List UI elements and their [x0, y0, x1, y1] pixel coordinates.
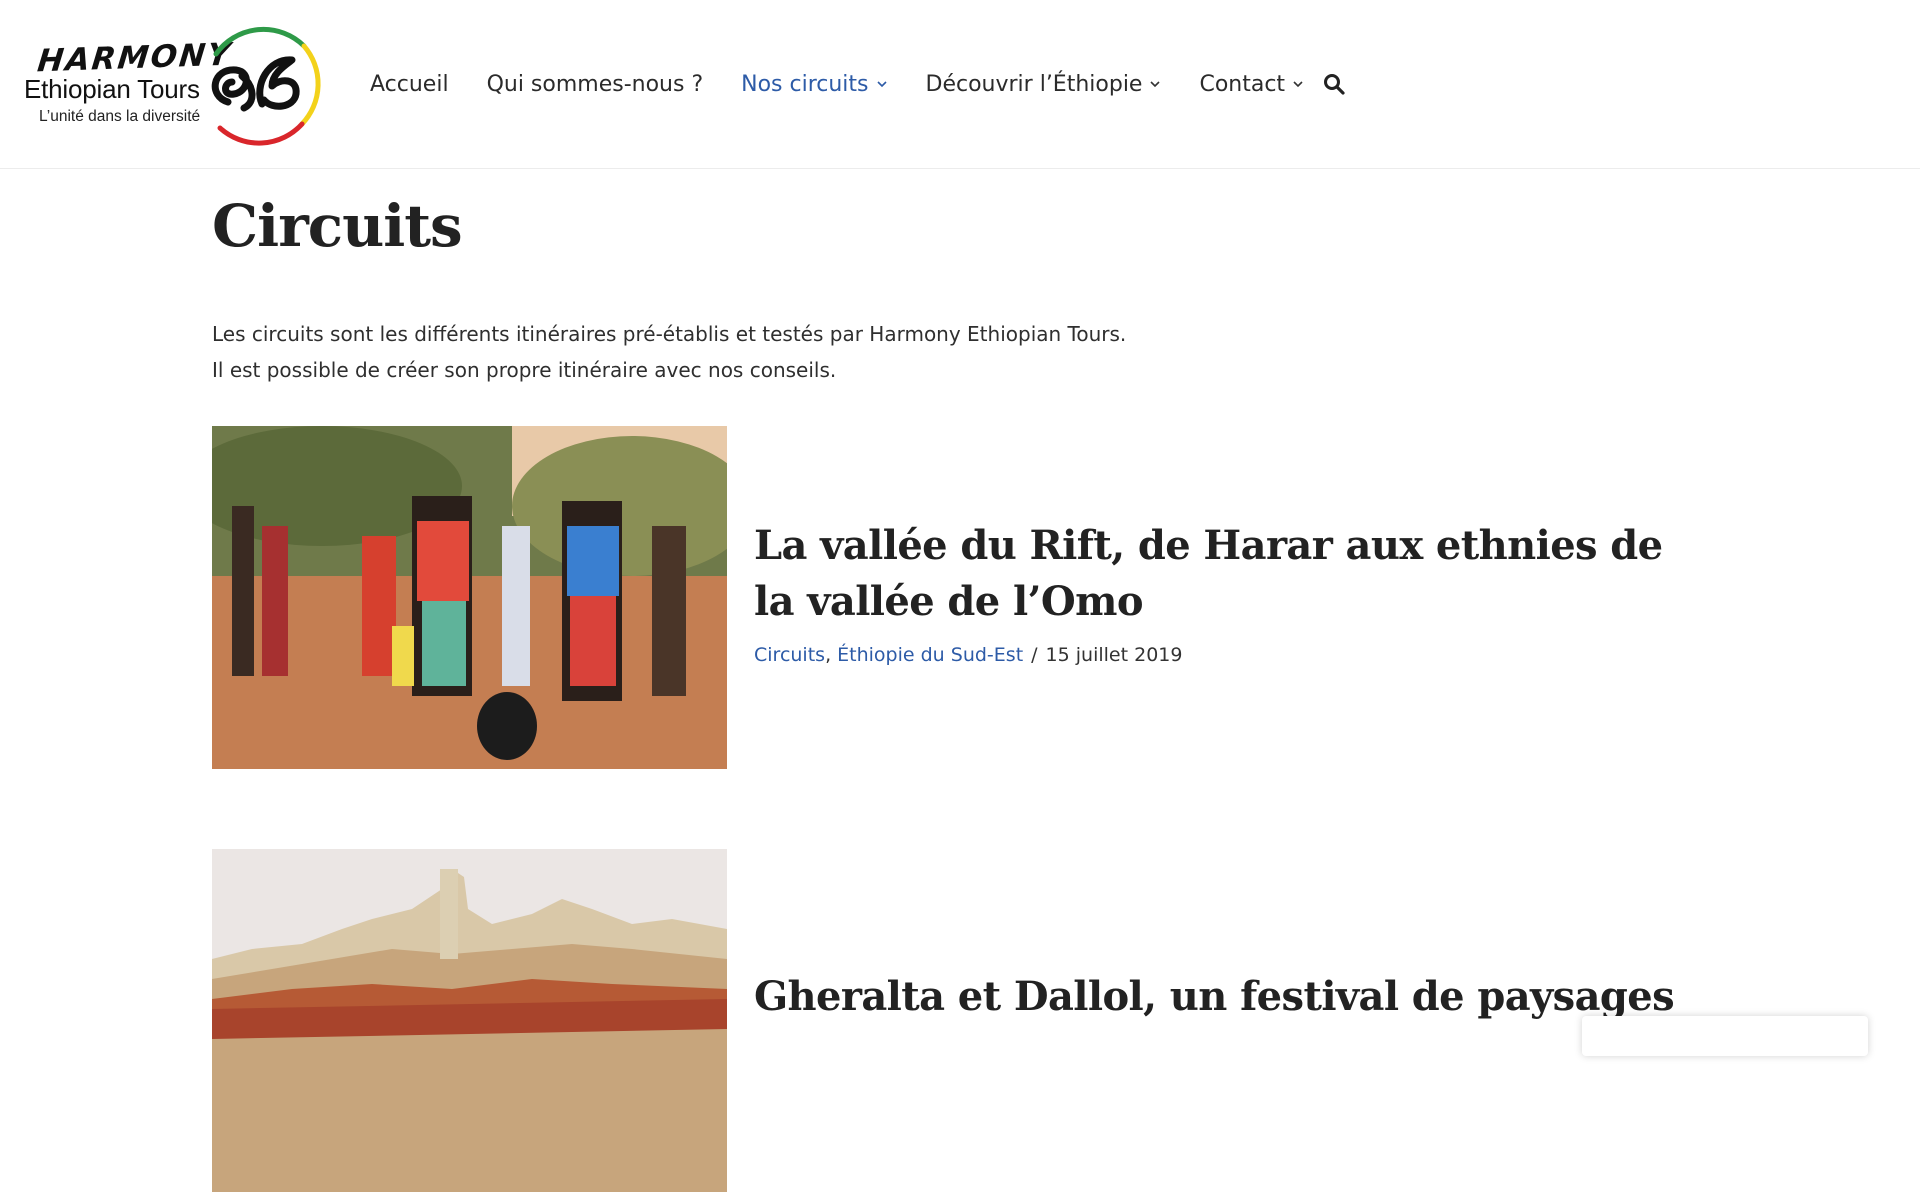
chevron-down-icon[interactable] — [876, 78, 888, 90]
post-image — [212, 426, 727, 769]
post-meta: Circuits, Éthiopie du Sud-Est / 15 juillet… — [754, 644, 1182, 666]
logo-emblem-icon — [211, 26, 321, 146]
logo-name: Ethiopian Tours — [24, 74, 200, 104]
category-link[interactable]: Circuits — [754, 644, 825, 666]
site-header: HARMONY Ethiopian Tours L’unité dans la … — [0, 0, 1920, 169]
post-title[interactable]: Gheralta et Dallol, un festival de paysa… — [754, 969, 1714, 1025]
site-logo[interactable]: HARMONY Ethiopian Tours L’unité dans la … — [22, 16, 322, 150]
intro-line: Les circuits sont les différents itinéra… — [212, 322, 1127, 346]
category-separator: , — [825, 644, 838, 666]
nav-item-label: Accueil — [370, 71, 449, 97]
nav-item-label: Découvrir l’Éthiopie — [925, 71, 1143, 97]
nav-item-nos-circuits[interactable]: Nos circuits — [741, 72, 887, 97]
post-thumbnail[interactable] — [212, 849, 727, 1192]
nav-item-qui-sommes-nous[interactable]: Qui sommes-nous ? — [487, 72, 704, 97]
intro-line: Il est possible de créer son propre itin… — [212, 358, 837, 382]
nav-item-decouvrir-ethiopie[interactable]: Découvrir l’Éthiopie — [926, 72, 1162, 97]
floating-widget[interactable] — [1582, 1016, 1868, 1056]
nav-item-accueil[interactable]: Accueil — [370, 72, 449, 97]
nav-item-label: Qui sommes-nous ? — [486, 71, 704, 97]
category-link[interactable]: Éthiopie du Sud-Est — [837, 644, 1023, 666]
search-icon[interactable] — [1322, 72, 1346, 96]
page-title: Circuits — [212, 192, 463, 260]
post-date: 15 juillet 2019 — [1045, 644, 1183, 666]
nav-item-label: Nos circuits — [741, 71, 869, 97]
post-title[interactable]: La vallée du Rift, de Harar aux ethnies … — [754, 518, 1714, 630]
nav-item-label: Contact — [1199, 71, 1286, 97]
logo-tagline: L’unité dans la diversité — [39, 108, 201, 125]
nav-item-contact[interactable]: Contact — [1199, 72, 1304, 97]
meta-separator: / — [1031, 644, 1038, 666]
post-image — [212, 849, 727, 1192]
main-nav: Accueil Qui sommes-nous ? Nos circuits D… — [370, 62, 1342, 106]
post-thumbnail[interactable] — [212, 426, 727, 769]
chevron-down-icon[interactable] — [1149, 78, 1161, 90]
page-intro: Les circuits sont les différents itinéra… — [212, 316, 1412, 388]
chevron-down-icon[interactable] — [1292, 78, 1304, 90]
